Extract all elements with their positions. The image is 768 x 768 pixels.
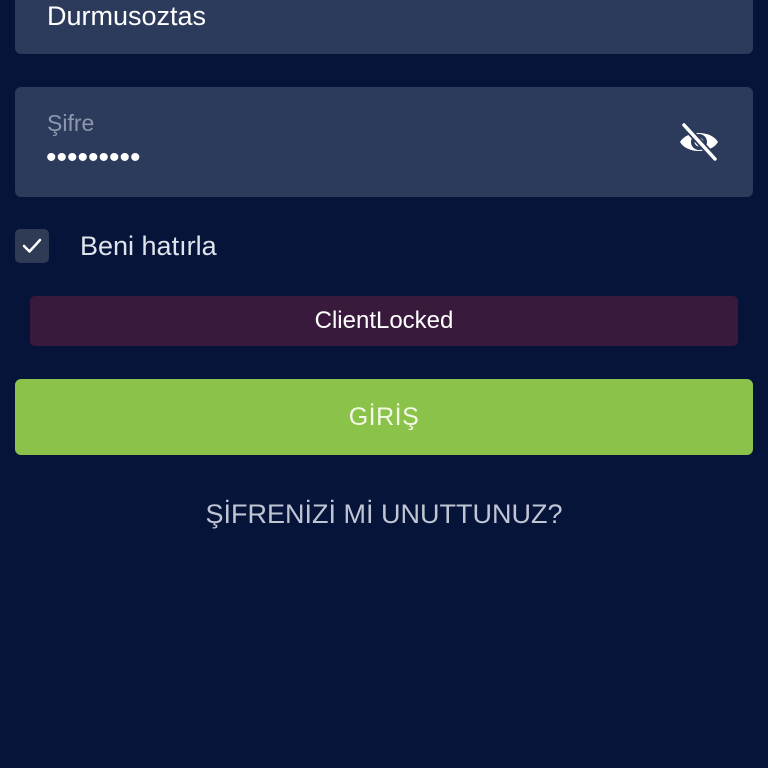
toggle-password-visibility-button[interactable] [677,122,721,162]
remember-me-checkbox-row[interactable]: Beni hatırla [15,228,217,264]
password-field[interactable]: Şifre ••••••••• [15,87,753,197]
username-field[interactable]: Durmusoztas [15,0,753,54]
remember-me-label: Beni hatırla [80,231,217,261]
error-banner: ClientLocked [30,296,738,346]
login-screen: Durmusoztas Şifre ••••••••• Beni hatırla… [0,0,768,768]
password-label: Şifre [47,110,95,136]
error-message: ClientLocked [314,307,454,334]
password-value: ••••••••• [46,141,141,174]
login-button-label: GİRİŞ [348,402,420,431]
check-icon [22,238,42,253]
login-button[interactable]: GİRİŞ [15,379,753,455]
eye-off-icon [680,122,719,162]
username-value: Durmusoztas [47,1,207,31]
remember-me-checkbox[interactable] [15,229,49,263]
forgot-password-link[interactable]: ŞİFRENİZİ Mİ UNUTTUNUZ? [0,496,768,532]
